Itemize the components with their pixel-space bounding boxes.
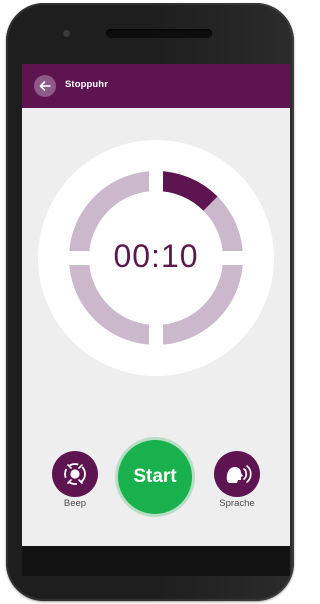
system-navigation-bar — [22, 546, 290, 576]
start-label: Start — [133, 466, 177, 487]
front-camera — [63, 30, 70, 37]
beep-button[interactable] — [52, 451, 98, 497]
speech-button[interactable] — [214, 451, 260, 497]
sound-target-icon — [64, 463, 86, 485]
timer-dial: 00:10 — [38, 140, 274, 376]
arrow-left-icon — [39, 81, 51, 91]
app-bar: Stoppuhr — [22, 64, 290, 108]
earpiece-speaker — [106, 29, 212, 38]
back-button[interactable] — [34, 75, 56, 97]
ring-gap-bottom — [149, 318, 163, 348]
speech-label: Sprache — [219, 498, 255, 509]
start-button[interactable]: Start — [118, 440, 192, 514]
page-title: Stoppuhr — [65, 79, 109, 90]
beep-label: Beep — [63, 498, 87, 509]
app-screen: Stoppuhr 00:10 Beep Start Sprache — [22, 64, 290, 546]
ring-gap-top — [149, 168, 163, 198]
timer-time-display: 00:10 — [113, 238, 199, 274]
speaking-head-icon — [226, 465, 252, 483]
